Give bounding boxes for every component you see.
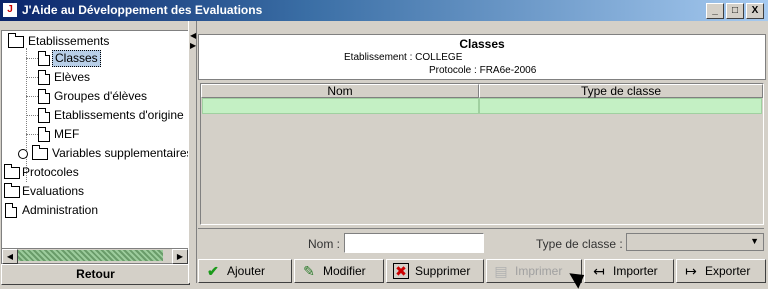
retour-button[interactable]: Retour — [1, 264, 190, 285]
tree-item-label: Elèves — [54, 70, 91, 84]
folder-icon — [8, 33, 24, 48]
window-controls: _ □ X — [706, 3, 764, 19]
expand-right-icon[interactable]: ▶ — [190, 41, 196, 50]
document-icon — [38, 108, 50, 123]
tree-item-label: Evaluations — [22, 184, 85, 198]
tree-item-classes[interactable]: Classes — [2, 50, 188, 67]
exporter-label: Exporter — [705, 264, 751, 278]
page-title: Classes — [459, 37, 505, 51]
scroll-right-icon[interactable]: ▶ — [172, 249, 188, 264]
tree-item-label: Variables supplementaires — [52, 146, 189, 160]
tree-item-label: Etablissements — [28, 34, 110, 48]
edit-icon: ✎ — [303, 263, 315, 279]
export-icon: ↦ — [685, 263, 697, 279]
app-window: J J'Aide au Développement des Evaluation… — [0, 0, 768, 289]
folder-icon — [4, 164, 20, 179]
delete-icon: ✖ — [393, 263, 409, 279]
close-button[interactable]: X — [746, 3, 764, 19]
document-icon — [38, 70, 50, 85]
column-header-nom[interactable]: Nom — [201, 84, 479, 98]
importer-button[interactable]: ↤ Importer — [584, 259, 674, 283]
supprimer-button[interactable]: ✖ Supprimer — [386, 259, 484, 283]
supprimer-label: Supprimer — [415, 264, 471, 278]
collapse-left-icon[interactable]: ◀ — [190, 31, 196, 40]
tree-item-label: Groupes d'élèves — [54, 89, 148, 103]
import-icon: ↤ — [593, 263, 605, 279]
checkmark-icon: ✔ — [207, 263, 219, 279]
document-icon — [38, 89, 50, 104]
panel-splitter[interactable]: ◀ ▶ — [188, 21, 197, 283]
tree-item-label: Protocoles — [22, 165, 79, 179]
type-classe-select[interactable]: ▼ — [626, 233, 764, 251]
nom-label: Nom : — [308, 237, 341, 251]
protocole-info: Protocole : FRA6e-2006 — [429, 65, 537, 76]
table-row[interactable] — [202, 98, 762, 114]
printer-icon: ▤ — [494, 263, 508, 279]
tree-item-label: Administration — [22, 203, 99, 217]
action-toolbar: ✔ Ajouter ✎ Modifier ✖ Supprimer ▤ Impri… — [198, 259, 768, 283]
document-icon — [5, 203, 17, 218]
nom-input[interactable] — [344, 233, 484, 253]
dropdown-arrow-icon[interactable]: ▼ — [750, 236, 759, 246]
ajouter-button[interactable]: ✔ Ajouter — [198, 259, 292, 283]
folder-icon — [4, 183, 20, 198]
imprimer-button[interactable]: ▤ Imprimer — [486, 259, 582, 283]
window-title: J'Aide au Développement des Evaluations — [22, 3, 263, 17]
folder-icon — [32, 145, 48, 160]
minimize-button[interactable]: _ — [706, 3, 724, 19]
document-icon — [38, 51, 50, 66]
document-icon — [38, 127, 50, 142]
exporter-button[interactable]: ↦ Exporter — [676, 259, 766, 283]
app-logo-icon: J — [3, 3, 17, 17]
type-classe-label: Type de classe : — [536, 237, 623, 251]
filter-bar: Nom : Type de classe : ▼ — [198, 228, 764, 255]
imprimer-label: Imprimer — [515, 264, 563, 278]
etablissement-info: Etablissement : COLLEGE — [344, 52, 463, 63]
title-bar: J J'Aide au Développement des Evaluation… — [0, 0, 768, 21]
tree-item-label: Classes — [52, 50, 101, 67]
tree-item-etablissements[interactable]: Etablissements — [2, 33, 188, 50]
modifier-label: Modifier — [323, 264, 366, 278]
expand-toggle-icon[interactable] — [18, 149, 28, 159]
navigation-tree: Etablissements Classes Elèves Groupes d'… — [1, 30, 189, 250]
tree-item-etablissements-origine[interactable]: Etablissements d'origine — [2, 107, 188, 124]
table-cell[interactable] — [479, 98, 762, 114]
importer-label: Importer — [613, 264, 658, 278]
context-header: Classes Etablissement : COLLEGE Protocol… — [198, 34, 766, 80]
ajouter-label: Ajouter — [227, 264, 266, 278]
tree-item-evaluations[interactable]: Evaluations — [2, 183, 188, 200]
tree-item-variables-supplementaires[interactable]: Variables supplementaires — [2, 145, 188, 162]
tree-item-label: Etablissements d'origine — [54, 108, 184, 122]
modifier-button[interactable]: ✎ Modifier — [294, 259, 384, 283]
maximize-button[interactable]: □ — [726, 3, 744, 19]
table-cell[interactable] — [202, 98, 480, 114]
scroll-thumb[interactable] — [18, 250, 163, 261]
tree-item-mef[interactable]: MEF — [2, 126, 188, 143]
tree-item-label: MEF — [54, 127, 80, 141]
column-header-type[interactable]: Type de classe — [479, 84, 763, 98]
tree-item-eleves[interactable]: Elèves — [2, 69, 188, 86]
tree-item-groupes-eleves[interactable]: Groupes d'élèves — [2, 88, 188, 105]
tree-horizontal-scrollbar[interactable]: ◀ ▶ — [1, 248, 189, 264]
tree-item-administration[interactable]: Administration — [2, 202, 188, 219]
scroll-left-icon[interactable]: ◀ — [2, 249, 18, 264]
table-header: Nom Type de classe — [201, 84, 763, 98]
classes-table: Nom Type de classe — [200, 83, 764, 225]
tree-item-protocoles[interactable]: Protocoles — [2, 164, 188, 181]
